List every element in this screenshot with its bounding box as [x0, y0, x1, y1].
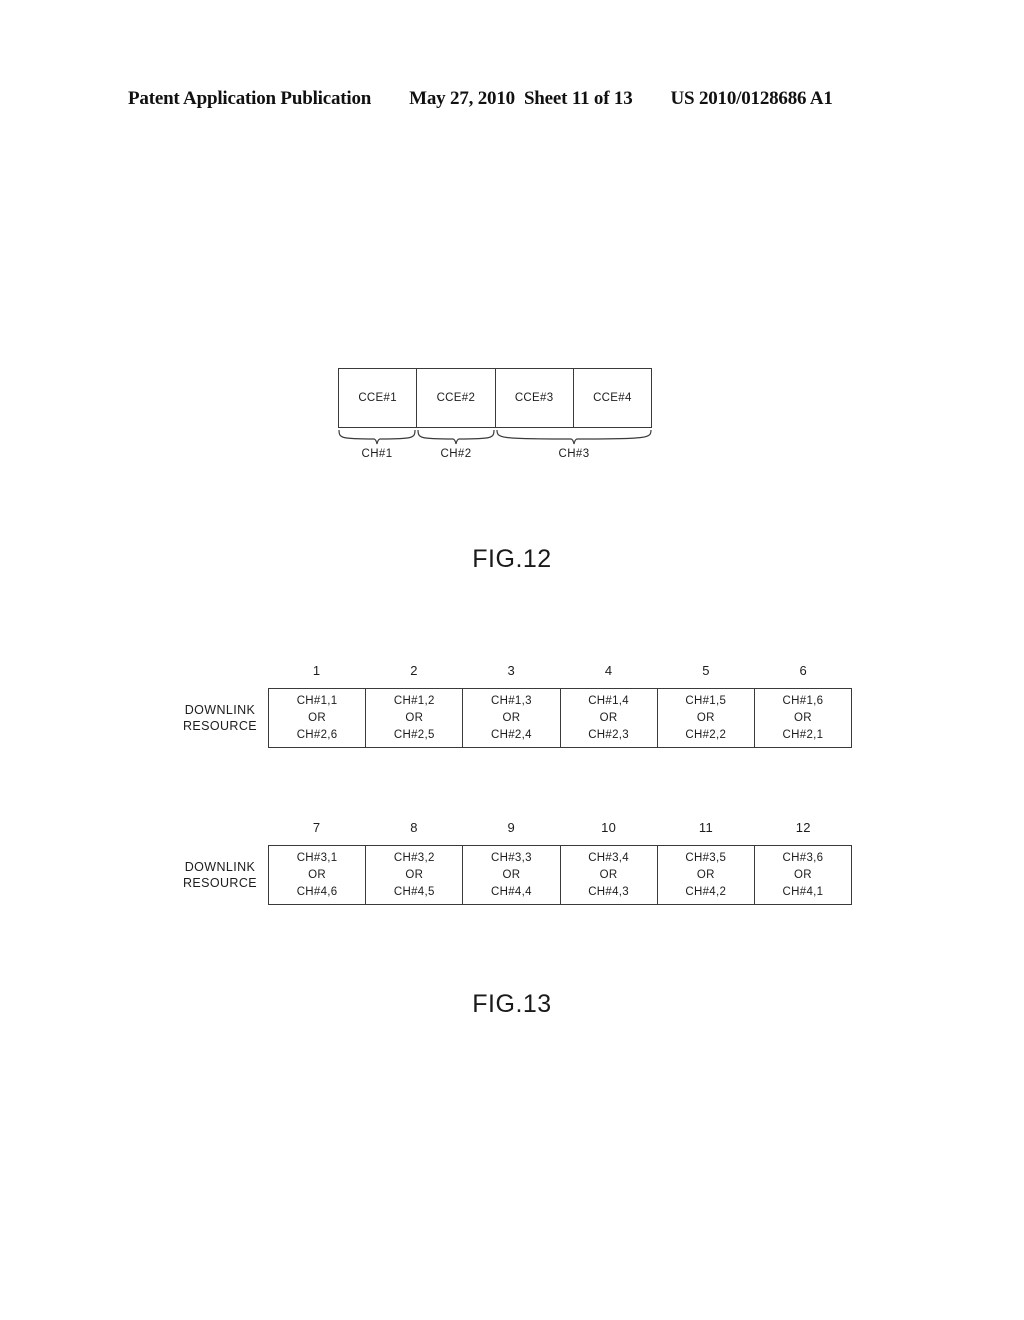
cell-alternate-channel: CH#2,5 [393, 729, 435, 741]
cell-conjunction: OR [502, 869, 521, 881]
cell-alternate-channel: CH#4,1 [782, 886, 824, 898]
publication-number: US 2010/0128686 A1 [670, 88, 833, 109]
row-label-line: DOWNLINK [184, 860, 256, 874]
column-header: 9 [507, 820, 516, 835]
cell-conjunction: OR [794, 869, 812, 881]
cell-conjunction: OR [308, 712, 327, 724]
cell-conjunction: OR [696, 712, 715, 724]
brace-label-ch1: CH#1 [361, 448, 393, 460]
cell-alternate-channel: CH#4,4 [491, 886, 532, 898]
downlink-resource-row: DOWNLINK RESOURCE CH#1,1 OR CH#2,6 CH#1,… [180, 688, 852, 748]
column-header-row: 7 8 9 10 11 12 [268, 820, 852, 842]
cell-alternate-channel: CH#2,4 [491, 729, 532, 741]
cce-cell: CCE#3 [496, 369, 574, 427]
cell-conjunction: OR [502, 712, 521, 724]
cce-block-row: CCE#1 CCE#2 CCE#3 CCE#4 [338, 368, 652, 428]
cell-primary-channel: CH#3,5 [685, 852, 727, 864]
column-header: 1 [312, 663, 321, 678]
resource-cell: CH#3,1 OR CH#4,6 [269, 846, 367, 904]
figure-12-diagram: CCE#1 CCE#2 CCE#3 CCE#4 CH#1 CH#2 CH#3 [338, 368, 652, 475]
cell-conjunction: OR [405, 712, 424, 724]
resource-cell: CH#3,2 OR CH#4,5 [366, 846, 464, 904]
column-header: 10 [601, 820, 617, 835]
brace-ch2 [417, 429, 495, 445]
column-header: 7 [312, 820, 321, 835]
resource-cell: CH#1,1 OR CH#2,6 [269, 689, 367, 747]
cell-alternate-channel: CH#4,3 [588, 886, 629, 898]
publication-date: May 27, 2010 [409, 88, 515, 109]
cell-conjunction: OR [308, 869, 327, 881]
cce-cell: CCE#1 [339, 369, 418, 427]
column-header: 3 [507, 663, 516, 678]
column-header: 5 [702, 663, 710, 678]
cell-primary-channel: CH#1,6 [782, 695, 824, 707]
channel-brace-group: CH#1 CH#2 CH#3 [338, 429, 652, 475]
cell-alternate-channel: CH#4,2 [685, 886, 727, 898]
column-header: 2 [410, 663, 418, 678]
cce-cell: CCE#4 [593, 392, 632, 404]
cell-conjunction: OR [599, 869, 618, 881]
column-header: 6 [799, 663, 808, 678]
cell-primary-channel: CH#3,3 [491, 852, 532, 864]
resource-cell: CH#1,6 OR CH#2,1 [755, 689, 851, 747]
cell-primary-channel: CH#1,4 [588, 695, 629, 707]
resource-cell: CH#1,4 OR CH#2,3 [561, 689, 658, 747]
column-header: 8 [410, 820, 418, 835]
row-label: DOWNLINK RESOURCE [180, 859, 260, 891]
cell-alternate-channel: CH#2,6 [296, 729, 338, 741]
cell-primary-channel: CH#3,1 [296, 852, 338, 864]
cell-primary-channel: CH#3,2 [393, 852, 435, 864]
row-label-line: RESOURCE [182, 876, 258, 890]
row-label: DOWNLINK RESOURCE [180, 702, 260, 734]
cell-conjunction: OR [696, 869, 715, 881]
brace-label-ch3: CH#3 [558, 448, 590, 460]
brace-ch1 [338, 429, 416, 445]
resource-cell: CH#3,5 OR CH#4,2 [658, 846, 755, 904]
resource-cell: CH#3,6 OR CH#4,1 [755, 846, 851, 904]
cell-primary-channel: CH#3,4 [588, 852, 629, 864]
cell-conjunction: OR [794, 712, 812, 724]
brace-ch3 [496, 429, 652, 445]
cell-alternate-channel: CH#2,3 [588, 729, 629, 741]
cce-cell: CCE#2 [417, 369, 496, 427]
cell-conjunction: OR [405, 869, 424, 881]
resource-cell: CH#1,2 OR CH#2,5 [366, 689, 464, 747]
figure-12-caption: FIG.12 [472, 545, 552, 573]
cell-conjunction: OR [599, 712, 618, 724]
row-label-line: RESOURCE [182, 719, 258, 733]
resource-table: CH#3,1 OR CH#4,6 CH#3,2 OR CH#4,5 CH#3,3… [268, 845, 852, 905]
publication-label: Patent Application Publication [128, 88, 372, 109]
resource-table: CH#1,1 OR CH#2,6 CH#1,2 OR CH#2,5 CH#1,3… [268, 688, 852, 748]
cell-alternate-channel: CH#2,1 [782, 729, 824, 741]
cell-primary-channel: CH#1,5 [685, 695, 727, 707]
cell-primary-channel: CH#1,2 [393, 695, 435, 707]
column-header: 11 [698, 820, 714, 835]
sheet-number: Sheet 11 of 13 [523, 88, 633, 109]
row-label-line: DOWNLINK [184, 703, 256, 717]
page-header: Patent Application Publication May 27, 2… [128, 88, 896, 116]
brace-label-ch2: CH#2 [440, 448, 472, 460]
cell-primary-channel: CH#1,3 [491, 695, 532, 707]
cell-alternate-channel: CH#2,2 [685, 729, 727, 741]
cell-alternate-channel: CH#4,5 [393, 886, 435, 898]
column-header-row: 1 2 3 4 5 6 [268, 663, 852, 685]
column-header: 4 [604, 663, 613, 678]
resource-cell: CH#1,3 OR CH#2,4 [463, 689, 561, 747]
resource-cell: CH#1,5 OR CH#2,2 [658, 689, 755, 747]
figure-13-caption: FIG.13 [472, 990, 552, 1018]
resource-cell: CH#3,3 OR CH#4,4 [463, 846, 561, 904]
cell-primary-channel: CH#1,1 [296, 695, 338, 707]
cell-alternate-channel: CH#4,6 [296, 886, 338, 898]
cell-primary-channel: CH#3,6 [782, 852, 824, 864]
column-header: 12 [795, 820, 811, 835]
resource-cell: CH#3,4 OR CH#4,3 [561, 846, 658, 904]
downlink-resource-row: DOWNLINK RESOURCE CH#3,1 OR CH#4,6 CH#3,… [180, 845, 852, 905]
